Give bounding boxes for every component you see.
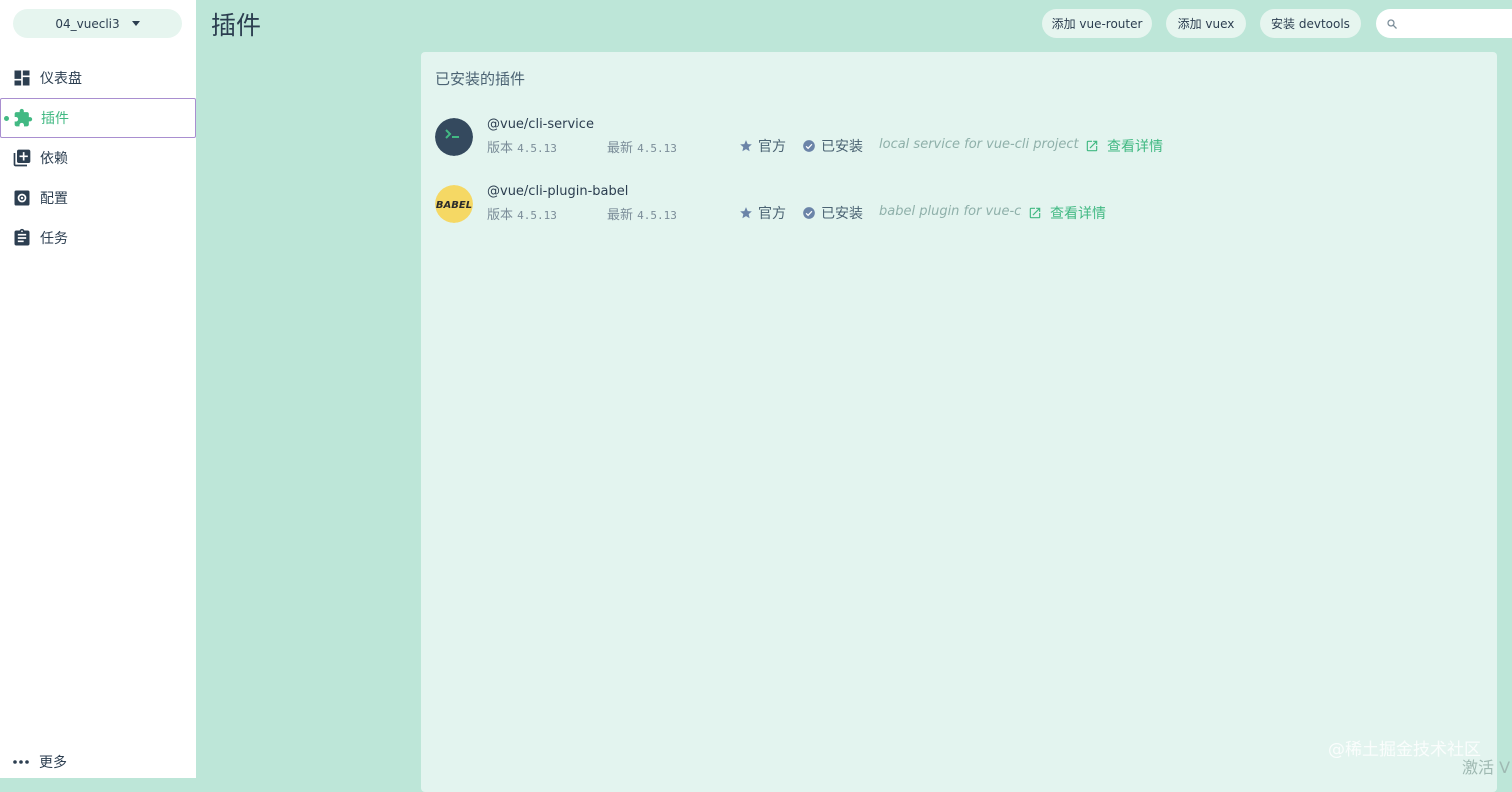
sidebar-item-tasks[interactable]: 任务 [0,218,196,258]
sidebar-nav: 仪表盘 插件 依赖 配置 任务 [0,58,196,258]
external-link-icon [1086,140,1098,152]
settings-icon [14,190,30,206]
view-details-label: 查看详情 [1050,206,1106,222]
version-label: 版本 [487,141,514,156]
installed-badge: 已安装 [802,203,863,223]
version-value: 4.5.13 [517,142,557,155]
installed-label: 已安装 [821,206,863,222]
add-vuex-label: 添加 vuex [1177,17,1235,31]
activate-windows-notice: 激活 V [1462,758,1511,777]
external-link-icon [1029,207,1041,219]
official-label: 官方 [758,139,786,155]
view-details-link[interactable]: 查看详情 [1085,136,1163,156]
plugin-latest-version: 最新 4.5.13 [607,137,677,156]
official-badge: 官方 [739,136,786,156]
latest-label: 最新 [607,141,634,156]
search-input[interactable] [1404,15,1504,32]
plugin-latest-version: 最新 4.5.13 [607,204,677,223]
star-icon [740,140,752,152]
check-circle-icon [803,207,815,219]
svg-text:BABEL: BABEL [436,200,472,211]
sidebar-item-label: 配置 [40,191,68,207]
sidebar-item-label: 仪表盘 [40,71,82,87]
babel-logo-icon: BABEL [435,185,473,223]
install-devtools-label: 安装 devtools [1271,17,1350,31]
installed-badge: 已安装 [802,136,863,156]
add-vue-router-button[interactable]: 添加 vue-router [1042,9,1152,38]
sidebar-item-label: 插件 [41,111,69,127]
page-title: 插件 [211,11,262,40]
terminal-logo-icon [435,118,473,156]
chevron-down-icon [131,21,140,26]
active-indicator [4,116,9,121]
plugin-item[interactable]: @vue/cli-service 版本 4.5.13 最新 4.5.13 官方 … [435,117,1435,157]
view-details-link[interactable]: 查看详情 [1028,203,1106,223]
latest-value: 4.5.13 [637,209,677,222]
add-vuex-button[interactable]: 添加 vuex [1166,9,1246,38]
more-dots-icon [13,760,29,764]
sidebar-item-label: 依赖 [40,151,68,167]
version-value: 4.5.13 [517,209,557,222]
plugin-description: babel plugin for vue-cli [879,204,1022,219]
sidebar-item-dependencies[interactable]: 依赖 [0,138,196,178]
project-selector[interactable]: 04_vuecli3 [13,9,182,38]
sidebar-item-plugins[interactable]: 插件 [0,98,196,138]
sidebar: 04_vuecli3 仪表盘 插件 依赖 配置 任务 更多 [0,0,196,778]
sidebar-item-configuration[interactable]: 配置 [0,178,196,218]
library-icon [13,149,31,167]
installed-label: 已安装 [821,139,863,155]
search-icon [1387,18,1397,29]
project-name: 04_vuecli3 [55,16,120,31]
more-button[interactable]: 更多 [12,752,67,772]
section-title: 已安装的插件 [435,70,526,88]
check-circle-icon [803,140,815,152]
plugin-item[interactable]: BABEL @vue/cli-plugin-babel 版本 4.5.13 最新… [435,184,1435,224]
install-devtools-button[interactable]: 安装 devtools [1260,9,1361,38]
dashboard-icon [14,70,30,86]
watermark: @稀土掘金技术社区 [1328,740,1481,760]
add-vue-router-label: 添加 vue-router [1051,17,1143,31]
version-label: 版本 [487,208,514,223]
official-label: 官方 [758,206,786,222]
more-label: 更多 [39,755,67,771]
plugins-panel: 已安装的插件 @vue/cli-service 版本 4.5.13 最新 4.5… [421,52,1497,792]
sidebar-item-dashboard[interactable]: 仪表盘 [0,58,196,98]
view-details-label: 查看详情 [1107,139,1163,155]
latest-value: 4.5.13 [637,142,677,155]
plugin-version: 版本 4.5.13 [487,204,557,223]
search-box[interactable] [1376,9,1512,38]
official-badge: 官方 [739,203,786,223]
plugin-name: @vue/cli-plugin-babel [487,184,629,199]
star-icon [740,207,752,219]
plugin-name: @vue/cli-service [487,117,594,132]
sidebar-item-label: 任务 [40,231,68,247]
clipboard-icon [14,228,30,246]
puzzle-icon [14,108,33,127]
plugin-version: 版本 4.5.13 [487,137,557,156]
plugin-description: local service for vue-cli projects [879,137,1079,152]
latest-label: 最新 [607,208,634,223]
